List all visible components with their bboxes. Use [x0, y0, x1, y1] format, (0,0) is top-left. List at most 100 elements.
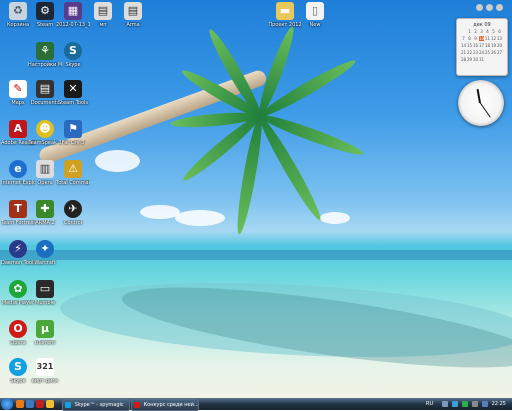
calendar-day[interactable]: 4 — [485, 29, 490, 34]
calendar-day[interactable]: 9 — [473, 36, 478, 41]
document-icon: ▯ — [306, 2, 324, 20]
control-icon: ✈ — [64, 200, 82, 218]
sea-horizon — [0, 250, 512, 260]
media-icon: ✿ — [9, 280, 27, 298]
calendar-day[interactable]: 28 — [461, 57, 466, 62]
calendar-day[interactable]: 24 — [479, 50, 484, 55]
task-label: Конкурс среди ней... — [143, 402, 199, 408]
calendar-day[interactable]: 16 — [473, 43, 478, 48]
calendar-day[interactable]: 23 — [473, 50, 478, 55]
calendar-day[interactable]: 6 — [497, 29, 502, 34]
task-skype[interactable]: Skype™ - spymagic — [62, 399, 130, 411]
pdf-icon: ✎ — [9, 80, 27, 98]
volume-icon[interactable] — [472, 401, 478, 407]
skype-icon: S — [9, 358, 27, 376]
calendar-day[interactable]: 22 — [467, 50, 472, 55]
calendar-day[interactable]: 25 — [485, 50, 490, 55]
calendar-day[interactable]: 15 — [467, 43, 472, 48]
calendar-day[interactable]: 21 — [461, 50, 466, 55]
desktop: ♻ Корзина ✎ Maps A Adobe Reader X e Inte… — [0, 0, 512, 398]
calendar-day[interactable]: 14 — [461, 43, 466, 48]
skype-icon: S — [64, 42, 82, 60]
tray-icon[interactable] — [452, 401, 458, 407]
language-indicator[interactable]: RU — [426, 401, 433, 407]
calendar-day[interactable]: 30 — [473, 57, 478, 62]
start-button[interactable] — [1, 398, 13, 410]
calendar-day[interactable]: 19 — [491, 43, 496, 48]
calendar-day[interactable]: 29 — [467, 57, 472, 62]
task-opera[interactable]: Конкурс среди ней... — [131, 399, 199, 411]
utorrent-icon: µ — [36, 320, 54, 338]
icon-label: Arma — [126, 22, 140, 28]
calendar-day[interactable]: 8 — [467, 36, 472, 41]
calendar-grid: 1 2 3 4 5 6 7 8 9 10 11 12 13 14 15 16 17 18 19 20 21 22 23 24 2… — [461, 29, 503, 69]
icon-label: Total Commander — [56, 180, 90, 186]
quicklaunch-ie-icon[interactable] — [26, 400, 34, 408]
tray-clock[interactable]: 22:25 — [492, 401, 506, 407]
calendar-gadget[interactable]: дек 09 1 2 3 4 5 6 7 8 9 10 11 12 13 14 15 16 17 18 19 20 21… — [456, 18, 508, 76]
calendar-day[interactable]: 18 — [485, 43, 490, 48]
commander-icon: ⚠ — [64, 160, 82, 178]
quicklaunch-opera-icon[interactable] — [36, 400, 44, 408]
calendar-day[interactable]: 3 — [479, 29, 484, 34]
network-icon[interactable] — [482, 401, 488, 407]
desktop-icon-steam-tools[interactable]: ✕ Steam Tools — [56, 80, 90, 106]
calendar-day[interactable]: 26 — [491, 50, 496, 55]
calendar-day[interactable]: 12 — [491, 36, 496, 41]
document-icon: ▤ — [36, 80, 54, 98]
steam-icon: ⚙ — [36, 2, 54, 20]
desktop-icon-media-player[interactable]: ▭ Mumble — [28, 280, 62, 306]
add-gadget-icon[interactable] — [476, 4, 483, 11]
calendar-day[interactable]: 2 — [473, 29, 478, 34]
icon-label: Проект 2012 — [268, 22, 302, 28]
daemon-icon: ⚡ — [9, 240, 27, 258]
ie-icon: e — [9, 160, 27, 178]
calendar-day[interactable]: 20 — [497, 43, 502, 48]
clock-gadget[interactable] — [458, 80, 504, 126]
tray-icon[interactable] — [442, 401, 448, 407]
desktop-icon-farcry[interactable]: ⚑ Far Cry 3 — [56, 120, 90, 146]
gadget-controls — [476, 4, 510, 12]
system-tray: RU 22:25 — [420, 398, 512, 410]
quicklaunch-folder-icon[interactable] — [46, 400, 54, 408]
calendar-day[interactable]: 11 — [485, 36, 490, 41]
desktop-icon-photos[interactable]: ▦ 2012-07-13_1 — [56, 2, 90, 28]
icon-label: Steam Tools — [57, 100, 89, 106]
icon-label: 2012-07-13_1 — [56, 22, 90, 28]
calendar-month: дек 09 — [473, 22, 491, 28]
quicklaunch-firefox-icon[interactable] — [16, 400, 24, 408]
calendar-day[interactable]: 17 — [479, 43, 484, 48]
prev-gadget-icon[interactable] — [486, 4, 493, 11]
desktop-icon-virtual-disk[interactable]: 321 вирт диск — [28, 358, 62, 384]
desktop-icon-skype-top[interactable]: S Skype — [56, 42, 90, 68]
desktop-icon-commander[interactable]: ⚠ Total Commander — [56, 160, 90, 186]
desktop-icon-mp[interactable]: ▤ мп — [86, 2, 120, 28]
desktop-icon-project-folder[interactable]: ▬ Проект 2012 — [268, 2, 302, 28]
task-label: Skype™ - spymagic — [74, 402, 124, 408]
warcraft-icon: ✦ — [36, 240, 54, 258]
tray-icon[interactable] — [462, 401, 468, 407]
desktop-icon-control[interactable]: ✈ Control — [56, 200, 90, 226]
desktop-icon-arma-file[interactable]: ▤ Arma — [116, 2, 150, 28]
icon-label: New — [309, 22, 321, 28]
cloud — [140, 205, 180, 219]
image-folder-icon: ▦ — [64, 2, 82, 20]
skype-icon — [65, 401, 71, 408]
calendar-day[interactable]: 1 — [467, 29, 472, 34]
calendar-day[interactable]: 10 — [479, 36, 484, 41]
desktop-icon-utorrent[interactable]: µ uTorrent — [28, 320, 62, 346]
calendar-day[interactable]: 7 — [461, 36, 466, 41]
desktop-icon-new-doc[interactable]: ▯ New — [298, 2, 332, 28]
icon-label: вирт диск — [31, 378, 59, 384]
taskbar: Skype™ - spymagic Конкурс среди ней... R… — [0, 398, 512, 411]
calendar-day[interactable]: 31 — [479, 57, 484, 62]
calendar-day[interactable]: 5 — [491, 29, 496, 34]
next-gadget-icon[interactable] — [496, 4, 503, 11]
calendar-day[interactable]: 27 — [497, 50, 502, 55]
tf2-icon: T — [9, 200, 27, 218]
desktop-icon-warcraft[interactable]: ✦ Warcraft — [28, 240, 62, 266]
cloud — [175, 210, 225, 226]
icon-label: Warcraft — [34, 260, 56, 266]
icon-label: uTorrent — [34, 340, 56, 346]
calendar-day[interactable]: 13 — [497, 36, 502, 41]
